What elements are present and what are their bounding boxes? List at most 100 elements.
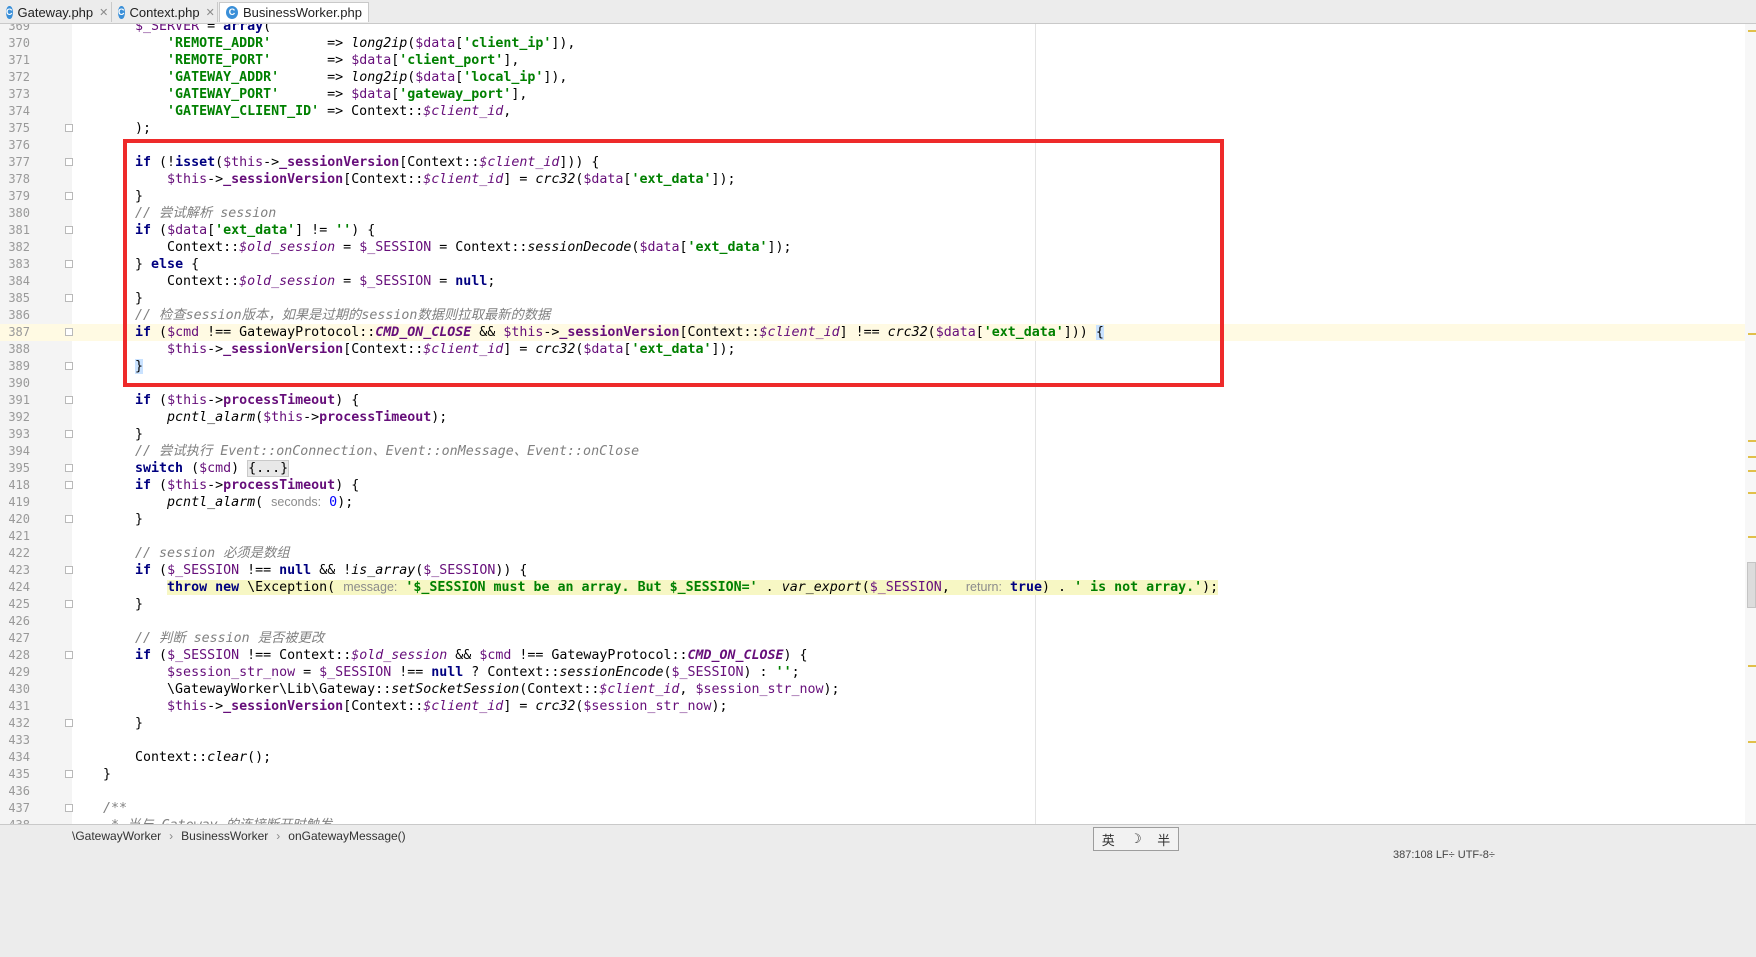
fold-marker-icon[interactable]	[65, 294, 73, 302]
line-number: 438	[0, 817, 30, 824]
ime-toolbar[interactable]: 英 ☽ 半	[1093, 827, 1179, 851]
line-number: 388	[8, 342, 30, 356]
code-line[interactable]: 372 'GATEWAY_ADDR' => long2ip($data['loc…	[0, 69, 1745, 86]
code-line[interactable]: 373 'GATEWAY_PORT' => $data['gateway_por…	[0, 86, 1745, 103]
code-line[interactable]: 369 $_SERVER = array(	[0, 24, 1745, 35]
fold-marker-icon[interactable]	[65, 464, 73, 472]
vertical-scrollbar[interactable]	[1745, 24, 1756, 824]
code-line[interactable]: 422 // session 必须是数组	[0, 545, 1745, 562]
warning-marker-icon[interactable]	[1748, 492, 1756, 494]
code-line[interactable]: 423 if ($_SESSION !== null && !is_array(…	[0, 562, 1745, 579]
breadcrumb-item[interactable]: \GatewayWorker	[72, 829, 161, 843]
ime-width-toggle[interactable]: 半	[1157, 830, 1170, 849]
fold-marker-icon[interactable]	[65, 260, 73, 268]
code-text: 'REMOTE_ADDR' => long2ip($data['client_i…	[167, 36, 576, 51]
tab-context-php[interactable]: C Context.php ✕	[112, 2, 218, 22]
ime-language-toggle[interactable]: 英	[1102, 830, 1115, 849]
line-number: 376	[8, 138, 30, 152]
fold-marker-icon[interactable]	[65, 651, 73, 659]
fold-marker-icon[interactable]	[65, 719, 73, 727]
line-number: 369	[8, 24, 30, 33]
code-line[interactable]: 432 }	[0, 715, 1745, 732]
breadcrumb-item[interactable]: BusinessWorker	[181, 829, 268, 843]
code-line[interactable]: 431 $this->_sessionVersion[Context::$cli…	[0, 698, 1745, 715]
code-text: // 尝试执行 Event::onConnection、Event::onMes…	[135, 444, 640, 459]
fold-marker-icon[interactable]	[65, 362, 73, 370]
code-text: $session_str_now = $_SESSION !== null ? …	[167, 665, 800, 680]
warning-marker-icon[interactable]	[1748, 333, 1756, 335]
code-line[interactable]: 438 * 当与 Gateway 的连接断开时触发	[0, 817, 1745, 824]
warning-marker-icon[interactable]	[1748, 665, 1756, 667]
code-line[interactable]: 425 }	[0, 596, 1745, 613]
fold-marker-icon[interactable]	[65, 515, 73, 523]
code-text: $_SERVER = array(	[135, 24, 272, 34]
close-icon[interactable]: ✕	[206, 6, 215, 19]
code-line[interactable]: 426	[0, 613, 1745, 630]
warning-marker-icon[interactable]	[1748, 440, 1756, 442]
breadcrumb-item[interactable]: onGatewayMessage()	[288, 829, 405, 843]
code-line[interactable]: 394 // 尝试执行 Event::onConnection、Event::o…	[0, 443, 1745, 460]
code-line[interactable]: 371 'REMOTE_PORT' => $data['client_port'…	[0, 52, 1745, 69]
fold-marker-icon[interactable]	[65, 328, 73, 336]
cursor-position[interactable]: 387:108 LF÷ UTF-8÷	[1393, 849, 1495, 861]
line-number: 381	[8, 223, 30, 237]
code-line[interactable]: 429 $session_str_now = $_SESSION !== nul…	[0, 664, 1745, 681]
tab-gateway-php[interactable]: C Gateway.php ✕	[0, 2, 112, 22]
chevron-right-icon: ›	[169, 829, 174, 843]
code-line[interactable]: 436	[0, 783, 1745, 800]
fold-marker-icon[interactable]	[65, 158, 73, 166]
fold-marker-icon[interactable]	[65, 481, 73, 489]
php-class-icon: C	[6, 5, 13, 19]
code-line[interactable]: 424 throw new \Exception( message: '$_SE…	[0, 579, 1745, 596]
fold-marker-icon[interactable]	[65, 124, 73, 132]
warning-marker-icon[interactable]	[1748, 470, 1756, 472]
code-line[interactable]: 370 'REMOTE_ADDR' => long2ip($data['clie…	[0, 35, 1745, 52]
warning-marker-icon[interactable]	[1748, 741, 1756, 743]
code-line[interactable]: 418 if ($this->processTimeout) {	[0, 477, 1745, 494]
code-line[interactable]: 421	[0, 528, 1745, 545]
code-line[interactable]: 434 Context::clear();	[0, 749, 1745, 766]
code-line[interactable]: 393 }	[0, 426, 1745, 443]
warning-marker-icon[interactable]	[1748, 456, 1756, 458]
editor-tab-bar: C Gateway.php ✕ C Context.php ✕ C Busine…	[0, 0, 1756, 24]
line-number: 429	[8, 665, 30, 679]
code-line[interactable]: 391 if ($this->processTimeout) {	[0, 392, 1745, 409]
fold-marker-icon[interactable]	[65, 566, 73, 574]
code-line[interactable]: 374 'GATEWAY_CLIENT_ID' => Context::$cli…	[0, 103, 1745, 120]
line-number: 422	[8, 546, 30, 560]
code-text: 'REMOTE_PORT' => $data['client_port'],	[167, 53, 520, 68]
warning-marker-icon[interactable]	[1748, 30, 1756, 32]
scrollbar-thumb[interactable]	[1747, 562, 1756, 608]
line-number: 433	[8, 733, 30, 747]
code-line[interactable]: 430 \GatewayWorker\Lib\Gateway::setSocke…	[0, 681, 1745, 698]
code-line[interactable]: 395 switch ($cmd) {...}	[0, 460, 1745, 477]
code-line[interactable]: 419 pcntl_alarm( seconds: 0);	[0, 494, 1745, 511]
line-number: 395	[8, 461, 30, 475]
fold-marker-icon[interactable]	[65, 770, 73, 778]
fold-marker-icon[interactable]	[65, 600, 73, 608]
close-icon[interactable]: ✕	[99, 6, 108, 19]
code-text: }	[103, 512, 144, 527]
line-number: 418	[8, 478, 30, 492]
line-number: 437	[8, 801, 30, 815]
fold-marker-icon[interactable]	[65, 192, 73, 200]
fold-marker-icon[interactable]	[65, 804, 73, 812]
code-line[interactable]: 435}	[0, 766, 1745, 783]
line-number: 379	[8, 189, 30, 203]
code-line[interactable]: 427 // 判断 session 是否被更改	[0, 630, 1745, 647]
code-text: if ($_SESSION !== Context::$old_session …	[135, 648, 808, 663]
code-line[interactable]: 375 );	[0, 120, 1745, 137]
code-line[interactable]: 433	[0, 732, 1745, 749]
code-line[interactable]: 428 if ($_SESSION !== Context::$old_sess…	[0, 647, 1745, 664]
warning-marker-icon[interactable]	[1748, 536, 1756, 538]
code-text: }	[103, 716, 144, 731]
fold-marker-icon[interactable]	[65, 430, 73, 438]
code-line[interactable]: 437 /**	[0, 800, 1745, 817]
moon-icon[interactable]: ☽	[1130, 832, 1142, 847]
code-line[interactable]: 420 }	[0, 511, 1745, 528]
tab-businessworker-php[interactable]: C BusinessWorker.php	[219, 2, 369, 22]
code-line[interactable]: 392 pcntl_alarm($this->processTimeout);	[0, 409, 1745, 426]
fold-marker-icon[interactable]	[65, 226, 73, 234]
fold-marker-icon[interactable]	[65, 396, 73, 404]
line-number: 384	[8, 274, 30, 288]
